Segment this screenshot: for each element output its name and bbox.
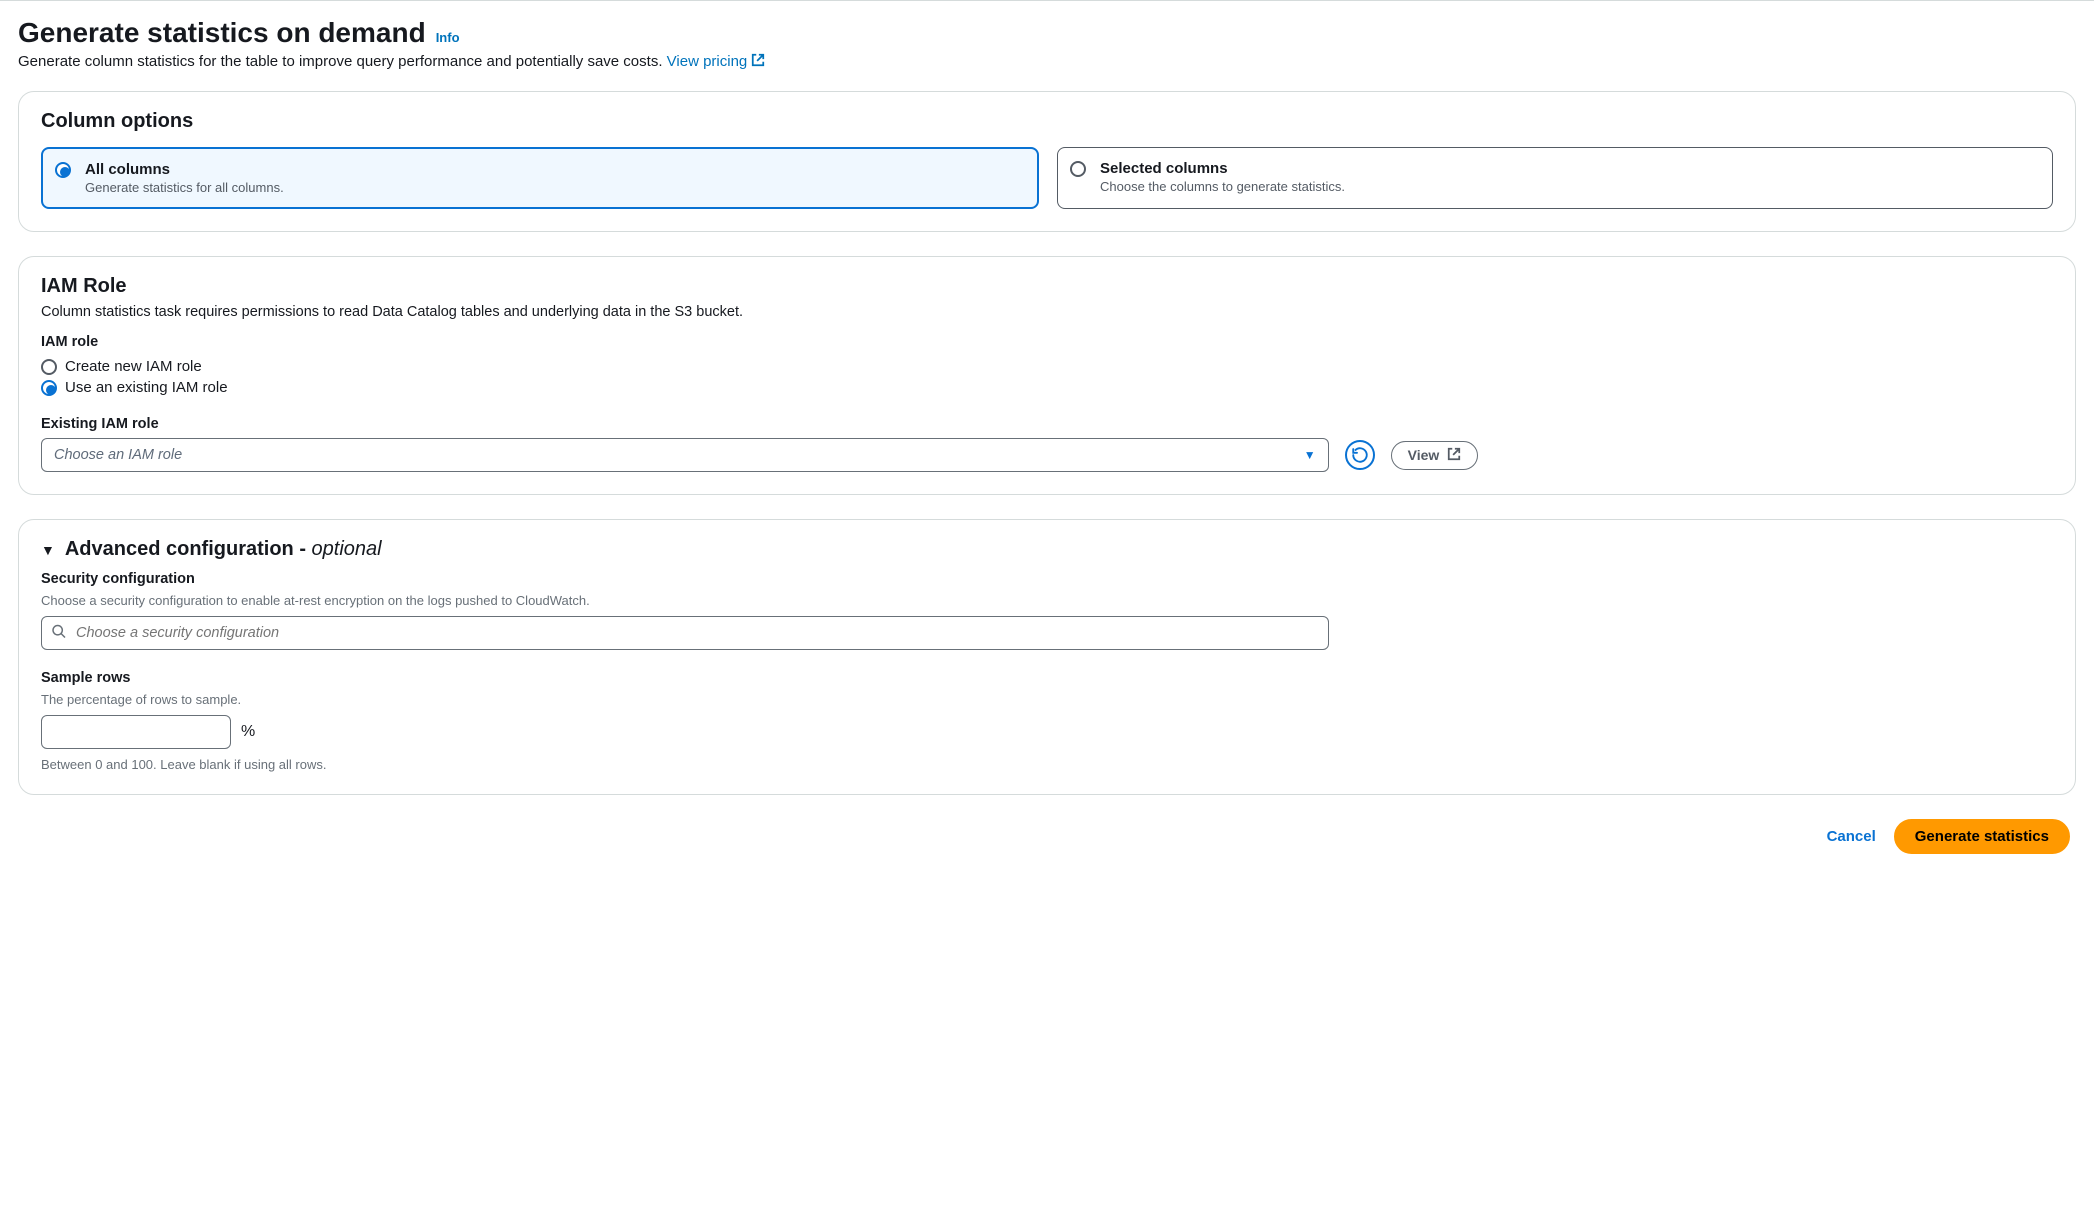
view-pricing-label: View pricing — [667, 53, 748, 70]
sample-rows-label: Sample rows — [41, 670, 2053, 686]
tile-all-columns[interactable]: All columns Generate statistics for all … — [41, 147, 1039, 209]
caret-down-icon: ▼ — [1304, 448, 1316, 462]
tile-desc: Generate statistics for all columns. — [85, 180, 1023, 195]
tile-selected-columns[interactable]: Selected columns Choose the columns to g… — [1057, 147, 2053, 209]
radio-icon — [1070, 161, 1086, 177]
search-icon — [51, 624, 67, 643]
sample-rows-constraint: Between 0 and 100. Leave blank if using … — [41, 757, 2053, 772]
tile-desc: Choose the columns to generate statistic… — [1100, 179, 2038, 194]
advanced-heading-text: Advanced configuration — [65, 538, 299, 560]
radio-use-existing-iam-role[interactable]: Use an existing IAM role — [41, 377, 2053, 398]
tile-title: All columns — [85, 161, 1023, 178]
info-link[interactable]: Info — [436, 30, 460, 45]
refresh-button[interactable] — [1345, 440, 1375, 470]
external-link-icon — [751, 53, 765, 71]
radio-icon — [55, 162, 71, 178]
security-config-input[interactable] — [41, 616, 1329, 650]
advanced-heading-dash: - — [299, 538, 311, 560]
sample-rows-input[interactable] — [41, 715, 231, 749]
column-options-heading: Column options — [41, 110, 2053, 133]
radio-icon — [41, 380, 57, 396]
form-footer: Cancel Generate statistics — [18, 819, 2076, 854]
iam-role-panel: IAM Role Column statistics task requires… — [18, 256, 2076, 495]
subtitle-text: Generate column statistics for the table… — [18, 53, 667, 70]
external-link-icon — [1447, 447, 1461, 464]
column-options-panel: Column options All columns Generate stat… — [18, 91, 2076, 232]
radio-label: Use an existing IAM role — [65, 379, 228, 396]
radio-create-new-iam-role[interactable]: Create new IAM role — [41, 356, 2053, 377]
security-config-desc: Choose a security configuration to enabl… — [41, 593, 2053, 608]
percent-unit: % — [241, 723, 255, 741]
cancel-button[interactable]: Cancel — [1827, 828, 1876, 845]
radio-label: Create new IAM role — [65, 358, 202, 375]
view-button[interactable]: View — [1391, 441, 1479, 470]
iam-heading: IAM Role — [41, 275, 2053, 298]
select-placeholder: Choose an IAM role — [54, 447, 182, 463]
iam-desc: Column statistics task requires permissi… — [41, 304, 2053, 320]
advanced-config-panel: ▼ Advanced configuration - optional Secu… — [18, 519, 2076, 795]
existing-iam-role-label: Existing IAM role — [41, 416, 2053, 432]
advanced-heading-optional: optional — [312, 538, 382, 560]
radio-icon — [41, 359, 57, 375]
tile-title: Selected columns — [1100, 160, 2038, 177]
view-button-label: View — [1408, 447, 1440, 463]
generate-statistics-button[interactable]: Generate statistics — [1894, 819, 2070, 854]
iam-role-label: IAM role — [41, 334, 2053, 350]
view-pricing-link[interactable]: View pricing — [667, 53, 766, 70]
triangle-down-icon: ▼ — [41, 542, 55, 558]
advanced-heading: Advanced configuration - optional — [65, 538, 382, 561]
iam-role-select[interactable]: Choose an IAM role ▼ — [41, 438, 1329, 472]
page-title: Generate statistics on demand — [18, 17, 426, 49]
security-config-label: Security configuration — [41, 571, 2053, 587]
page-subtitle: Generate column statistics for the table… — [18, 53, 2076, 71]
refresh-icon — [1351, 446, 1369, 464]
sample-rows-desc: The percentage of rows to sample. — [41, 692, 2053, 707]
advanced-toggle[interactable]: ▼ Advanced configuration - optional — [41, 538, 2053, 561]
